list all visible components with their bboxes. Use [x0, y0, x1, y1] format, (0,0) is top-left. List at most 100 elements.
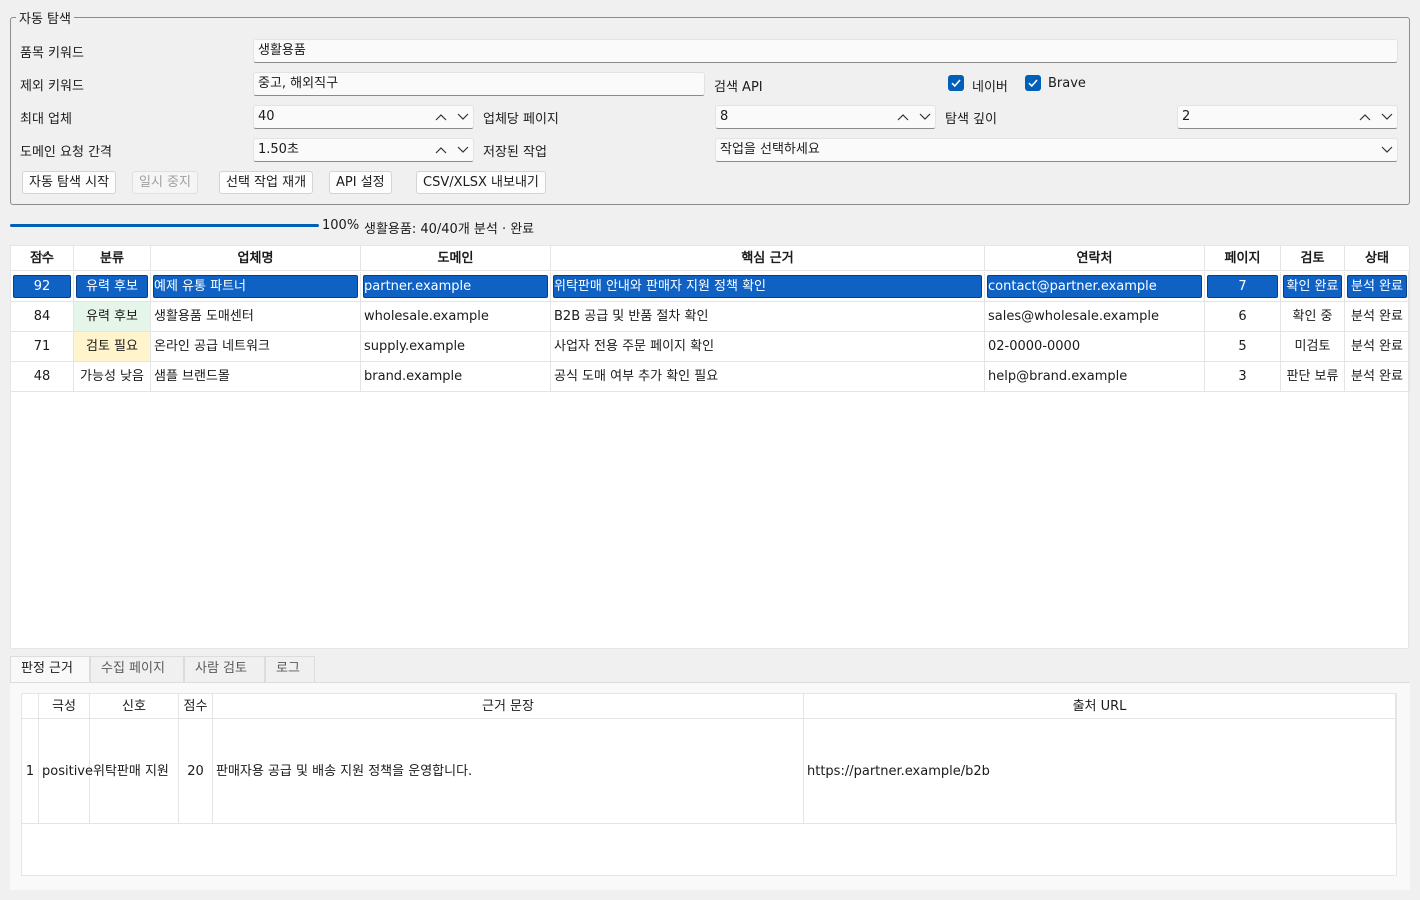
column-header-evidence[interactable]: 핵심 근거 [551, 246, 985, 271]
export-button[interactable]: CSV/XLSX 내보내기 [416, 171, 546, 194]
resume-job-button[interactable]: 선택 작업 재개 [219, 171, 314, 194]
chevron-down-icon[interactable] [1381, 113, 1393, 121]
column-header-domain[interactable]: 도메인 [361, 246, 551, 271]
table-cell-status[interactable]: 분석 완료 [1345, 302, 1410, 332]
column-header-category[interactable]: 분류 [74, 246, 151, 271]
search-depth-spinbox[interactable]: 2 [1177, 105, 1398, 129]
naver-checkbox[interactable] [948, 75, 964, 91]
table-cell-contact[interactable]: contact@partner.example [985, 272, 1205, 302]
column-header-signal[interactable]: 신호 [90, 694, 179, 719]
evidence-cell-score[interactable]: 20 [179, 719, 213, 824]
table-cell-review[interactable]: 확인 중 [1281, 302, 1345, 332]
chevron-up-icon[interactable] [435, 146, 447, 154]
pages-per-vendor-spinbox[interactable]: 8 [715, 105, 936, 129]
search-depth-label: 탐색 깊이 [945, 112, 997, 127]
start-search-button[interactable]: 자동 탐색 시작 [22, 171, 117, 194]
table-cell-domain[interactable]: wholesale.example [361, 302, 551, 332]
table-cell-domain[interactable]: partner.example [361, 272, 551, 302]
chevron-down-icon[interactable] [919, 113, 931, 121]
table-cell-domain[interactable]: brand.example [361, 362, 551, 392]
table-cell-category[interactable]: 가능성 낮음 [74, 362, 151, 392]
table-cell-name[interactable]: 예제 유통 파트너 [151, 272, 361, 302]
column-header-index [22, 694, 39, 719]
pause-button[interactable]: 일시 중지 [132, 171, 198, 194]
tab-human-review[interactable]: 사람 검토 [184, 656, 265, 682]
table-cell-category[interactable]: 유력 후보 [74, 272, 151, 302]
table-cell-evidence[interactable]: 공식 도매 여부 추가 확인 필요 [551, 362, 985, 392]
evidence-cell-polarity[interactable]: positive [39, 719, 93, 824]
table-cell-evidence[interactable]: B2B 공급 및 반품 절차 확인 [551, 302, 985, 332]
chevron-down-icon[interactable] [457, 146, 469, 154]
table-cell-review[interactable]: 판단 보류 [1281, 362, 1345, 392]
table-cell-score[interactable]: 92 [11, 272, 74, 302]
progress-percent: 100% [322, 218, 360, 233]
chevron-down-icon [1381, 146, 1393, 153]
api-settings-button[interactable]: API 설정 [329, 171, 392, 194]
column-header-sentence[interactable]: 근거 문장 [213, 694, 804, 719]
table-cell-pages[interactable]: 5 [1205, 332, 1281, 362]
tab-evidence[interactable]: 판정 근거 [10, 656, 90, 682]
table-cell-contact[interactable]: sales@wholesale.example [985, 302, 1205, 332]
saved-jobs-dropdown[interactable]: 작업을 선택하세요 [715, 138, 1398, 162]
table-cell-status[interactable]: 분석 완료 [1345, 362, 1410, 392]
table-cell-evidence[interactable]: 사업자 전용 주문 페이지 확인 [551, 332, 985, 362]
domain-interval-value: 1.50초 [258, 142, 299, 157]
column-header-polarity[interactable]: 극성 [39, 694, 90, 719]
table-cell-category[interactable]: 유력 후보 [74, 302, 151, 332]
brave-checkbox-label: Brave [1048, 76, 1086, 91]
sort-indicator-icon [38, 246, 48, 261]
item-keyword-input[interactable]: 생활용품 [253, 39, 1398, 63]
check-icon [951, 79, 961, 88]
table-cell-pages[interactable]: 6 [1205, 302, 1281, 332]
table-cell-status[interactable]: 분석 완료 [1345, 332, 1410, 362]
evidence-cell-url[interactable]: https://partner.example/b2b [804, 719, 1396, 824]
table-cell-review[interactable]: 확인 완료 [1281, 272, 1345, 302]
exclude-keyword-input[interactable]: 중고, 해외직구 [253, 72, 705, 96]
column-header-score[interactable]: 점수 [179, 694, 213, 719]
table-cell-pages[interactable]: 7 [1205, 272, 1281, 302]
table-cell-evidence[interactable]: 위탁판매 안내와 판매자 지원 정책 확인 [551, 272, 985, 302]
chevron-down-icon[interactable] [457, 113, 469, 121]
brave-checkbox[interactable] [1025, 75, 1041, 91]
table-cell-pages[interactable]: 3 [1205, 362, 1281, 392]
table-cell-contact[interactable]: help@brand.example [985, 362, 1205, 392]
table-cell-review[interactable]: 미검토 [1281, 332, 1345, 362]
saved-jobs-value: 작업을 선택하세요 [720, 142, 820, 157]
evidence-table[interactable]: 극성 신호 점수 근거 문장 출처 URL 1 positive 위탁판매 지원 20 판매자용 … [21, 693, 1397, 876]
chevron-up-icon[interactable] [435, 113, 447, 121]
chevron-up-icon[interactable] [897, 113, 909, 121]
table-cell-domain[interactable]: supply.example [361, 332, 551, 362]
column-header-status[interactable]: 상태 [1345, 246, 1410, 271]
domain-interval-spinbox[interactable]: 1.50초 [253, 138, 474, 162]
max-vendors-spinbox[interactable]: 40 [253, 105, 474, 129]
table-cell-score[interactable]: 84 [11, 302, 74, 332]
table-cell-name[interactable]: 샘플 브랜드몰 [151, 362, 361, 392]
pages-per-vendor-label: 업체당 페이지 [483, 112, 559, 127]
tab-log[interactable]: 로그 [265, 656, 315, 682]
column-header-source-url[interactable]: 출처 URL [804, 694, 1396, 719]
results-table[interactable]: 점수 분류 업체명 도메인 핵심 근거 연락처 페이지 검토 상태 92 유력 후보 예제 유통 파트… [10, 245, 1410, 649]
max-vendors-label: 최대 업체 [20, 112, 72, 127]
column-header-vendor-name[interactable]: 업체명 [151, 246, 361, 271]
column-header-contact[interactable]: 연락처 [985, 246, 1205, 271]
evidence-cell-sentence[interactable]: 판매자용 공급 및 배송 지원 정책을 운영합니다. [213, 719, 804, 824]
chevron-up-icon[interactable] [1359, 113, 1371, 121]
item-keyword-label: 품목 키워드 [20, 46, 84, 61]
table-cell-contact[interactable]: 02-0000-0000 [985, 332, 1205, 362]
table-cell-score[interactable]: 48 [11, 362, 74, 392]
table-cell-name[interactable]: 생활용품 도매센터 [151, 302, 361, 332]
table-cell-name[interactable]: 온라인 공급 네트워크 [151, 332, 361, 362]
progress-status: 생활용품: 40/40개 분석 · 완료 [364, 222, 535, 237]
group-title: 자동 탐색 [16, 8, 74, 27]
table-cell-score[interactable]: 71 [11, 332, 74, 362]
cell-text: 유력 후보 [86, 279, 138, 294]
cell-text: 위탁판매 안내와 판매자 지원 정책 확인 [554, 279, 767, 294]
table-cell-status[interactable]: 분석 완료 [1345, 272, 1410, 302]
column-header-review[interactable]: 검토 [1281, 246, 1345, 271]
check-icon [1028, 79, 1038, 88]
evidence-cell-signal[interactable]: 위탁판매 지원 [90, 719, 179, 824]
column-header-pages[interactable]: 페이지 [1205, 246, 1281, 271]
evidence-cell-index[interactable]: 1 [22, 719, 39, 824]
tab-collected-pages[interactable]: 수집 페이지 [90, 656, 184, 682]
table-cell-category[interactable]: 검토 필요 [74, 332, 151, 362]
